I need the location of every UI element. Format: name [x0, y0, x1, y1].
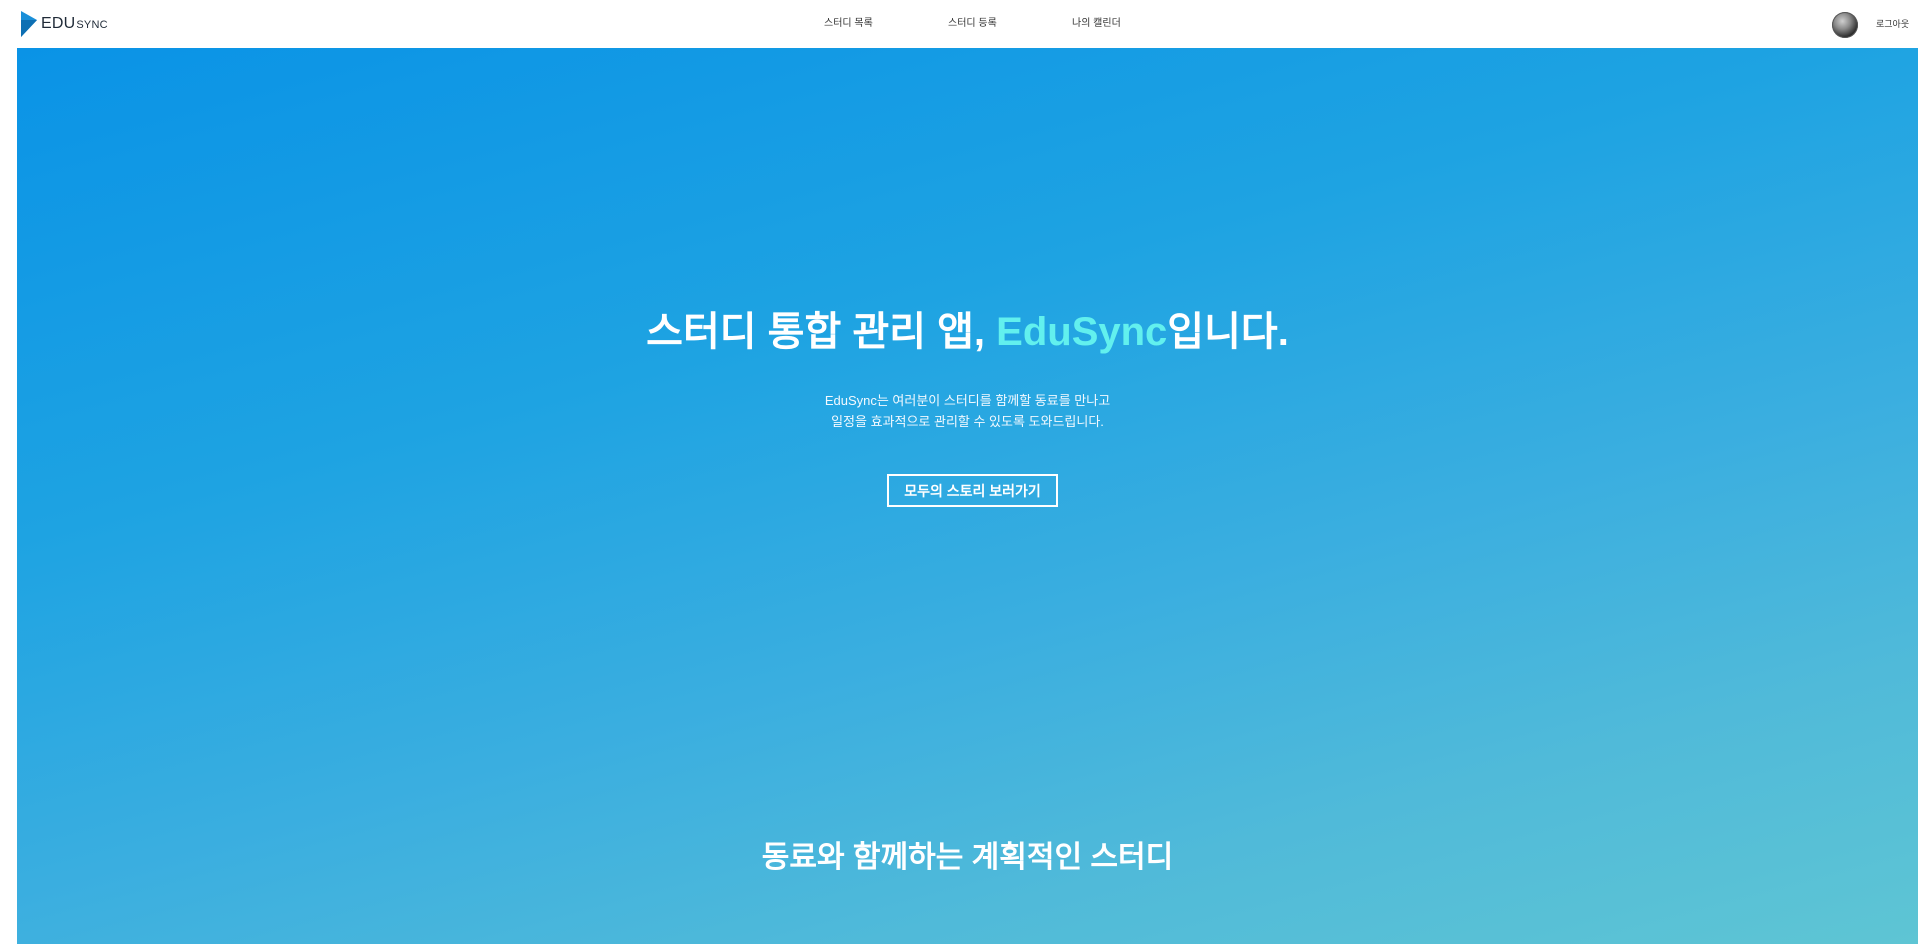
- nav-study-register[interactable]: 스터디 등록: [948, 16, 997, 32]
- top-navigation-bar: EDU SYNC 스터디 목록 스터디 등록 나의 캘린더 로그아웃: [0, 0, 1918, 49]
- hero-section: 스터디 통합 관리 앱, EduSync입니다. EduSync는 여러분이 스…: [17, 48, 1918, 944]
- page: EDU SYNC 스터디 목록 스터디 등록 나의 캘린더 로그아웃 스터디 통합…: [0, 0, 1918, 944]
- section-title-planned-study: 동료와 함께하는 계획적인 스터디: [761, 841, 1174, 874]
- hero-description: EduSync는 여러분이 스터디를 함께할 동료를 만나고 일정을 효과적으로…: [17, 390, 1918, 432]
- hero-description-line-2: 일정을 효과적으로 관리할 수 있도록 도와드립니다.: [831, 414, 1104, 429]
- hero-title: 스터디 통합 관리 앱, EduSync입니다.: [17, 306, 1918, 358]
- hero-title-accent: EduSync: [996, 310, 1168, 354]
- nav-study-list[interactable]: 스터디 목록: [824, 16, 873, 32]
- hero-title-prefix: 스터디 통합 관리 앱,: [646, 310, 997, 354]
- user-avatar-icon[interactable]: [1832, 12, 1858, 38]
- hero-description-line-1: EduSync는 여러분이 스터디를 함께할 동료를 만나고: [824, 393, 1111, 408]
- nav-my-calendar[interactable]: 나의 캘린더: [1072, 16, 1121, 32]
- main-nav: 스터디 목록 스터디 등록 나의 캘린더: [0, 16, 1918, 32]
- logout-link[interactable]: 로그아웃: [1876, 16, 1909, 32]
- left-margin-strip: [0, 48, 17, 944]
- view-stories-button[interactable]: 모두의 스토리 보러가기: [887, 474, 1058, 507]
- hero-title-suffix: 입니다.: [1167, 310, 1289, 354]
